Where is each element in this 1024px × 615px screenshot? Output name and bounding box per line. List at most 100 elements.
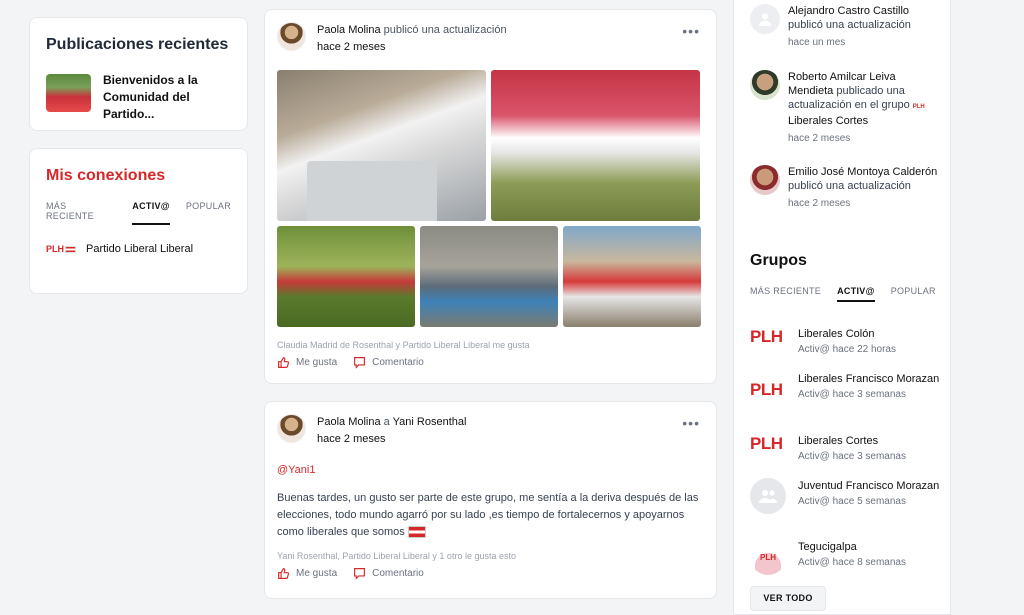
post-action-text: publicó una actualización (383, 24, 507, 36)
groups-title: Grupos (750, 252, 807, 269)
post-actions: Me gusta Comentario (277, 356, 704, 369)
post-author-line: Paola Molina a Yani Rosenthal (317, 414, 466, 430)
group-time: Activ@ hace 5 semanas (798, 496, 906, 507)
avatar[interactable] (750, 70, 780, 100)
comment-label: Comentario (372, 357, 424, 368)
group-time: Activ@ hace 22 horas (798, 344, 896, 355)
connections-tabs: MÁS RECIENTE ACTIV@ POPULAR (46, 201, 231, 225)
post-time[interactable]: hace 2 meses (317, 431, 466, 447)
post-time[interactable]: hace 2 meses (317, 39, 507, 55)
activity-time[interactable]: hace 2 meses (788, 133, 940, 144)
group-name[interactable]: Liberales Colón (798, 326, 896, 342)
plh-logo-icon[interactable]: PLH (750, 379, 786, 402)
comment-label: Comentario (372, 568, 424, 579)
post-header: Paola Molina a Yani Rosenthal hace 2 mes… (277, 414, 704, 447)
recent-posts-widget: Publicaciones recientes Bienvenidos a la… (29, 17, 248, 131)
like-button[interactable]: Me gusta (277, 567, 337, 580)
avatar[interactable] (277, 414, 306, 443)
recent-post-item[interactable]: Bienvenidos a la Comunidad del Partido..… (46, 72, 231, 123)
activity-item: Alejandro Castro Castillo publicó una ac… (750, 4, 940, 48)
post-body-text: Buenas tardes, un gusto ser parte de est… (277, 492, 699, 538)
target-link[interactable]: Yani Rosenthal (393, 416, 467, 428)
group-time: Activ@ hace 8 semanas (798, 557, 906, 568)
likes-summary[interactable]: Yani Rosenthal, Partido Liberal Liberal … (277, 551, 704, 561)
like-label: Me gusta (296, 357, 338, 368)
recent-posts-title: Publicaciones recientes (46, 36, 229, 53)
comment-button[interactable]: Comentario (353, 567, 424, 580)
more-options-icon[interactable]: ••• (682, 23, 700, 39)
author-link[interactable]: Paola Molina (317, 24, 381, 36)
group-item[interactable]: PLH Liberales Cortes Activ@ hace 3 seman… (750, 433, 940, 464)
activity-text: publicó una actualización (788, 180, 911, 192)
honduras-flag-icon (407, 526, 426, 539)
groups-tabs: MÁS RECIENTE ACTIV@ POPULAR (750, 286, 936, 302)
group-name[interactable]: Juventud Francisco Morazan (798, 478, 939, 494)
activity-item: Emilio José Montoya Calderón publicó una… (750, 165, 940, 209)
group-name[interactable]: Liberales Cortes (798, 433, 906, 449)
post-actions: Me gusta Comentario (277, 567, 704, 580)
group-item[interactable]: Juventud Francisco Morazan Activ@ hace 5… (750, 478, 940, 514)
activity-item: Roberto Amilcar Leiva Mendieta publicado… (750, 70, 940, 144)
author-link[interactable]: Paola Molina (317, 416, 381, 428)
like-button[interactable]: Me gusta (277, 356, 337, 369)
group-placeholder-icon[interactable] (750, 478, 786, 514)
gallery-photo[interactable] (277, 70, 486, 221)
recent-post-thumbnail[interactable] (46, 74, 91, 112)
plh-logo-icon[interactable]: PLH (750, 326, 786, 357)
activity-post: Paola Molina publicó una actualización h… (264, 9, 717, 384)
photo-gallery-top (277, 70, 704, 221)
group-item[interactable]: PLH Tegucigalpa Activ@ hace 8 semanas (750, 539, 940, 575)
post-body: Buenas tardes, un gusto ser parte de est… (277, 490, 707, 541)
activity-group-link[interactable]: Liberales Cortes (788, 115, 868, 127)
post-author-line: Paola Molina publicó una actualización (317, 22, 507, 38)
group-name[interactable]: Liberales Francisco Morazan (798, 371, 939, 387)
post-connector-text: a (383, 416, 390, 428)
activity-text: publicó una actualización (788, 19, 911, 31)
more-options-icon[interactable]: ••• (682, 415, 700, 431)
right-sidebar: Alejandro Castro Castillo publicó una ac… (733, 0, 951, 615)
tab-most-recent[interactable]: MÁS RECIENTE (46, 201, 116, 225)
comment-icon (354, 357, 366, 369)
comment-button[interactable]: Comentario (353, 356, 424, 369)
group-item[interactable]: PLH Liberales Colón Activ@ hace 22 horas (750, 326, 940, 357)
gallery-photo[interactable] (277, 226, 415, 327)
tab-active[interactable]: ACTIV@ (837, 286, 875, 302)
gallery-photo[interactable] (491, 70, 700, 221)
tab-popular[interactable]: POPULAR (891, 286, 936, 302)
activity-time[interactable]: hace un mes (788, 37, 940, 48)
plh-logo-icon: PLH (912, 104, 925, 110)
thumbs-up-icon (278, 357, 290, 368)
activity-post: Paola Molina a Yani Rosenthal hace 2 mes… (264, 401, 717, 599)
mention-link[interactable]: @Yani1 (277, 464, 704, 476)
post-header: Paola Molina publicó una actualización h… (277, 22, 704, 55)
group-time: Activ@ hace 3 semanas (798, 451, 906, 462)
thumbs-up-icon (278, 568, 290, 579)
group-item[interactable]: PLH Liberales Francisco Morazan Activ@ h… (750, 371, 940, 402)
connection-item[interactable]: PLH Partido Liberal Liberal (46, 243, 231, 255)
recent-post-title[interactable]: Bienvenidos a la Comunidad del Partido..… (103, 72, 231, 123)
like-label: Me gusta (296, 568, 338, 579)
activity-time[interactable]: hace 2 meses (788, 198, 940, 209)
plh-logo-icon[interactable]: PLH (750, 539, 786, 575)
likes-summary[interactable]: Claudia Madrid de Rosenthal y Partido Li… (277, 340, 704, 350)
activity-author[interactable]: Alejandro Castro Castillo (788, 5, 909, 17)
connections-widget: Mis conexiones MÁS RECIENTE ACTIV@ POPUL… (29, 148, 248, 294)
avatar[interactable] (750, 165, 780, 195)
tab-most-recent[interactable]: MÁS RECIENTE (750, 286, 821, 302)
default-avatar-icon[interactable] (750, 4, 780, 34)
plh-logo-icon[interactable]: PLH (750, 433, 786, 464)
gallery-photo[interactable] (420, 226, 558, 327)
comment-icon (354, 568, 366, 580)
avatar[interactable] (277, 22, 306, 51)
tab-popular[interactable]: POPULAR (186, 201, 231, 225)
group-name[interactable]: Tegucigalpa (798, 539, 906, 555)
plh-logo-icon: PLH (46, 244, 76, 254)
gallery-photo[interactable] (563, 226, 701, 327)
photo-gallery-bottom (277, 226, 704, 327)
connections-title: Mis conexiones (46, 167, 166, 184)
see-all-button[interactable]: VER TODO (750, 586, 826, 611)
connection-name[interactable]: Partido Liberal Liberal (86, 243, 193, 255)
tab-active[interactable]: ACTIV@ (132, 201, 170, 225)
activity-author[interactable]: Emilio José Montoya Calderón (788, 166, 937, 178)
group-time: Activ@ hace 3 semanas (798, 389, 906, 400)
